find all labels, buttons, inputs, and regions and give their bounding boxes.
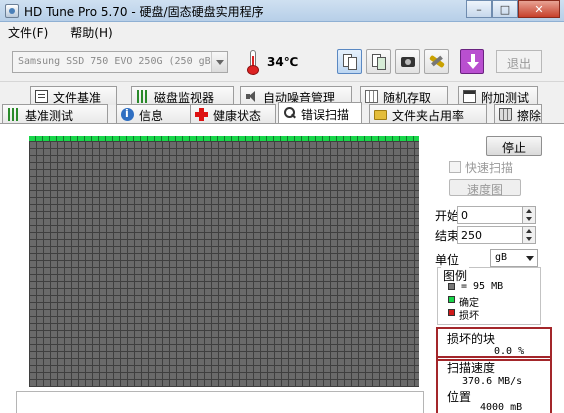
tab-disk-monitor[interactable]: 磁盘监视器 bbox=[131, 86, 234, 105]
options-button[interactable] bbox=[424, 49, 449, 74]
close-button[interactable]: ✕ bbox=[518, 0, 560, 18]
thermometer-icon bbox=[244, 49, 262, 75]
magnifier-icon bbox=[283, 106, 296, 119]
tab-error-scan[interactable]: 错误扫描 bbox=[278, 102, 362, 123]
tab-health[interactable]: 健康状态 bbox=[190, 104, 276, 123]
disk-monitor-icon bbox=[136, 90, 149, 103]
unit-select-value: gB bbox=[495, 252, 508, 263]
bad-blocks-label: 损坏的块 bbox=[447, 332, 496, 346]
end-input[interactable]: 250 bbox=[457, 226, 523, 244]
block-size-swatch bbox=[448, 283, 455, 290]
copy-all-button[interactable] bbox=[366, 49, 391, 74]
tab-erase[interactable]: 擦除 bbox=[494, 104, 542, 123]
scan-speed-label: 扫描速度 bbox=[447, 361, 496, 375]
app-icon bbox=[5, 4, 19, 18]
copy-text-button[interactable] bbox=[337, 49, 362, 74]
start-spinner[interactable] bbox=[522, 206, 536, 224]
tab-strip: 文件基准 磁盘监视器 自动噪音管理 随机存取 附加测试 基准测试 信息 健康状态… bbox=[0, 82, 564, 124]
block-size-text: = 95 MB bbox=[461, 281, 504, 292]
trash-icon bbox=[499, 108, 512, 121]
end-label: 结束 bbox=[435, 229, 460, 243]
end-spinner[interactable] bbox=[522, 226, 536, 244]
tab-extra-tests[interactable]: 附加测试 bbox=[458, 86, 538, 105]
scan-speed-value: 370.6 MB/s bbox=[462, 376, 523, 387]
toolbar: Samsung SSD 750 EVO 250G (250 gB) 34℃ 退出 bbox=[0, 42, 564, 82]
bad-label: 损坏 bbox=[459, 311, 479, 322]
extra-tests-icon bbox=[463, 90, 476, 103]
unit-label: 单位 bbox=[435, 253, 460, 267]
drive-select[interactable]: Samsung SSD 750 EVO 250G (250 gB) bbox=[12, 51, 228, 73]
copy-document-icon bbox=[348, 57, 357, 70]
chevron-down-icon[interactable] bbox=[211, 52, 227, 72]
menu-help[interactable]: 帮助(H) bbox=[70, 24, 112, 41]
benchmark-icon bbox=[7, 108, 20, 121]
screenshot-button[interactable] bbox=[395, 49, 420, 74]
window-title: HD Tune Pro 5.70 - 硬盘/固态硬盘实用程序 bbox=[24, 5, 264, 19]
bad-swatch bbox=[448, 309, 455, 316]
position-label: 位置 bbox=[447, 390, 472, 404]
health-cross-icon bbox=[195, 108, 208, 121]
error-scan-panel: 停止 快速扫描 速度图 开始 0 结束 250 单位 gB 图例 = 95 MB… bbox=[0, 123, 564, 413]
start-input[interactable]: 0 bbox=[457, 206, 523, 224]
menu-file[interactable]: 文件(F) bbox=[8, 24, 48, 41]
minimize-button[interactable]: – bbox=[466, 0, 492, 18]
speaker-icon bbox=[245, 90, 258, 103]
save-download-button[interactable] bbox=[460, 49, 484, 74]
tab-benchmark[interactable]: 基准测试 bbox=[2, 104, 108, 123]
speed-map-button[interactable]: 速度图 bbox=[449, 179, 521, 197]
position-value: 4000 mB bbox=[480, 402, 523, 413]
quick-scan-label: 快速扫描 bbox=[465, 161, 514, 175]
folder-icon bbox=[374, 110, 387, 120]
random-access-icon bbox=[365, 90, 378, 103]
ok-swatch bbox=[448, 296, 455, 303]
temperature-readout: 34℃ bbox=[267, 55, 299, 69]
tab-file-benchmark[interactable]: 文件基准 bbox=[30, 86, 117, 105]
tab-folder-usage[interactable]: 文件夹占用率 bbox=[369, 104, 487, 123]
maximize-button[interactable]: □ bbox=[492, 0, 518, 18]
log-area bbox=[16, 391, 424, 413]
tools-icon bbox=[429, 55, 445, 69]
drive-select-value: Samsung SSD 750 EVO 250G (250 gB) bbox=[18, 56, 217, 67]
copy-all-icon bbox=[377, 57, 386, 70]
menu-bar: 文件(F) 帮助(H) bbox=[0, 22, 564, 42]
file-benchmark-icon bbox=[35, 90, 48, 103]
window-controls: – □ ✕ bbox=[466, 0, 560, 19]
quick-scan-checkbox[interactable] bbox=[449, 161, 461, 173]
start-label: 开始 bbox=[435, 209, 460, 223]
unit-select[interactable]: gB bbox=[490, 249, 538, 267]
exit-button[interactable]: 退出 bbox=[496, 50, 542, 73]
unscanned-blocks bbox=[29, 141, 419, 387]
camera-icon bbox=[401, 57, 415, 67]
block-map bbox=[29, 136, 419, 387]
chevron-down-icon bbox=[526, 256, 534, 261]
info-icon bbox=[121, 107, 134, 121]
title-bar: HD Tune Pro 5.70 - 硬盘/固态硬盘实用程序 – □ ✕ bbox=[0, 0, 564, 22]
stop-button[interactable]: 停止 bbox=[486, 136, 542, 156]
tab-random-access[interactable]: 随机存取 bbox=[360, 86, 448, 105]
